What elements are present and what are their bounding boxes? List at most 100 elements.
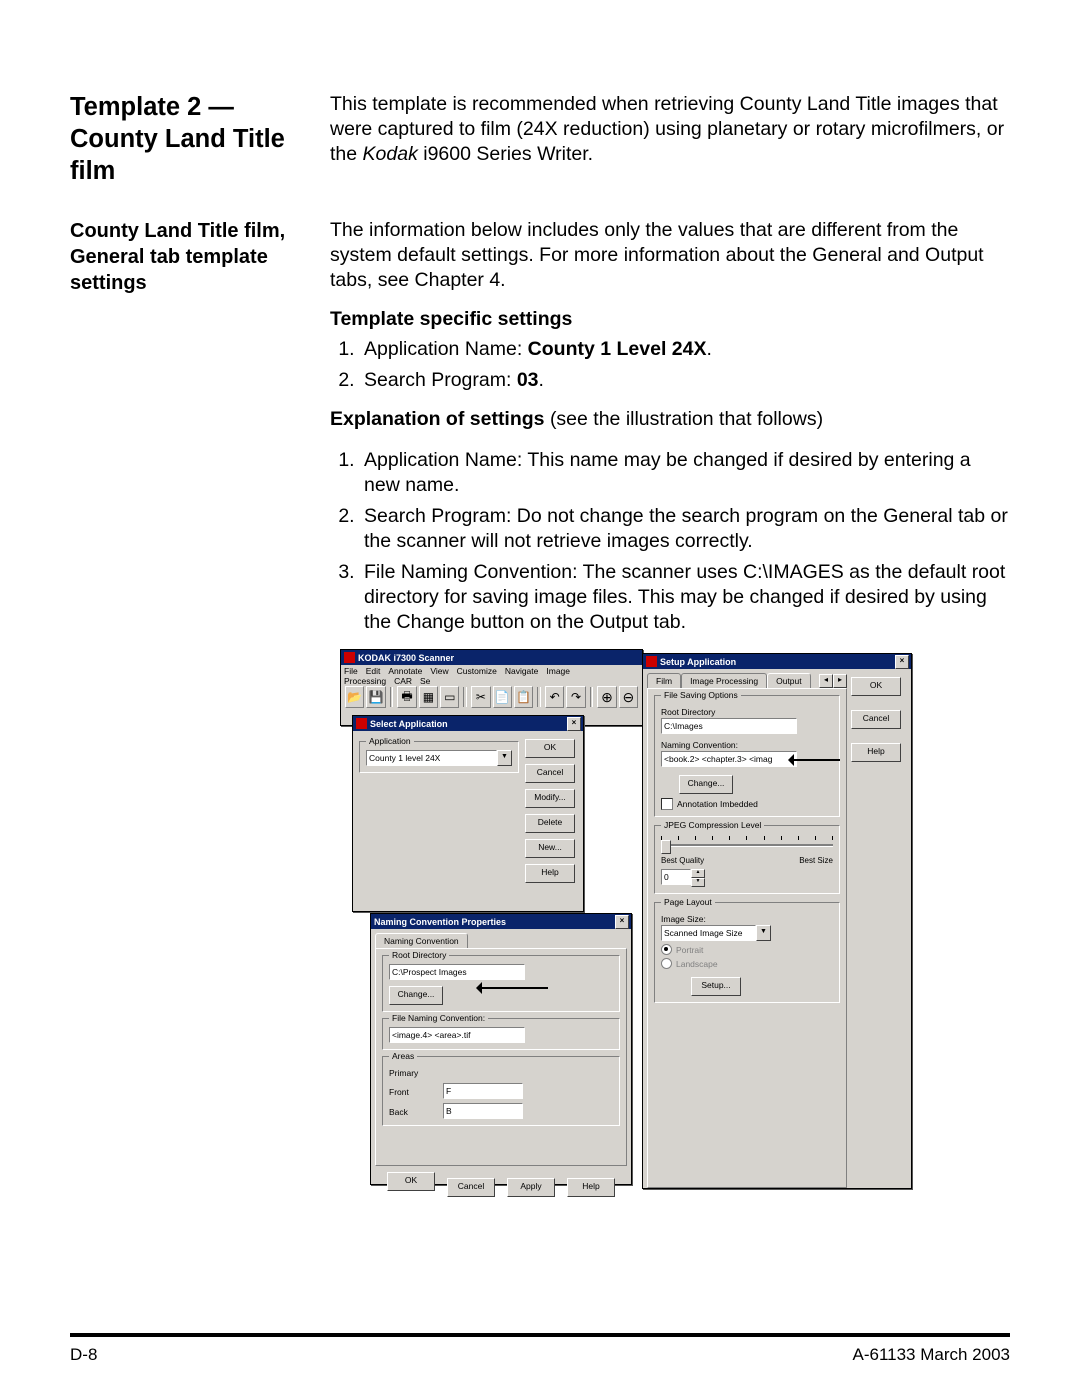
select-application-dialog: Select Application × Application County … bbox=[352, 715, 584, 912]
tool-icon[interactable]: ▦ bbox=[419, 686, 438, 708]
label: Root Directory bbox=[661, 707, 833, 717]
page-number: D-8 bbox=[70, 1345, 97, 1365]
annotation-checkbox[interactable] bbox=[661, 798, 673, 810]
section-para: The information below includes only the … bbox=[330, 218, 1010, 293]
setup-application-dialog: Setup Application × Film Image Processin… bbox=[642, 653, 912, 1189]
jpeg-slider[interactable] bbox=[661, 836, 833, 854]
setup-button[interactable]: Setup... bbox=[691, 977, 741, 996]
label: Primary bbox=[389, 1068, 437, 1078]
group-label: JPEG Compression Level bbox=[661, 820, 764, 830]
chevron-down-icon[interactable]: ▼ bbox=[756, 925, 771, 941]
spinner-down-icon[interactable]: ▼ bbox=[691, 878, 705, 887]
window-title: Select Application bbox=[370, 719, 567, 729]
callout-arrow-icon bbox=[478, 987, 548, 989]
change-button[interactable]: Change... bbox=[389, 986, 443, 1005]
save-icon[interactable]: 💾 bbox=[366, 686, 385, 708]
cancel-button[interactable]: Cancel bbox=[525, 764, 575, 783]
root-directory-input[interactable]: C:\Images bbox=[661, 718, 797, 734]
print-icon[interactable]: 🖶 bbox=[397, 686, 416, 708]
explanation-heading: Explanation of settings (see the illustr… bbox=[330, 407, 1010, 432]
close-icon[interactable]: × bbox=[567, 717, 581, 731]
apply-button[interactable]: Apply bbox=[507, 1178, 555, 1197]
footer-rule bbox=[70, 1333, 1010, 1337]
back-input[interactable]: B bbox=[443, 1103, 523, 1119]
intro-paragraph: This template is recommended when retrie… bbox=[330, 92, 1010, 167]
group-label: Root Directory bbox=[389, 950, 449, 960]
label: Back bbox=[389, 1107, 437, 1117]
page-title: Template 2 — County Land Title film bbox=[70, 92, 298, 188]
window-title: Naming Convention Properties bbox=[374, 917, 615, 927]
menu-bar[interactable]: FileEditAnnotateViewCustomizeNavigateIma… bbox=[341, 665, 642, 681]
close-icon[interactable]: × bbox=[895, 655, 909, 669]
naming-convention-input[interactable]: <book.2> <chapter.3> <imag bbox=[661, 751, 797, 767]
group-label: File Naming Convention: bbox=[389, 1013, 488, 1023]
app-icon bbox=[646, 656, 657, 667]
help-button[interactable]: Help bbox=[525, 864, 575, 883]
section-subtitle: County Land Title film, General tab temp… bbox=[70, 218, 298, 296]
jpeg-value-spinner[interactable]: 0 ▲▼ bbox=[661, 869, 705, 887]
window-title: Setup Application bbox=[660, 657, 895, 667]
change-button[interactable]: Change... bbox=[679, 775, 733, 794]
group-label: File Saving Options bbox=[661, 690, 741, 700]
tab-naming-convention[interactable]: Naming Convention bbox=[375, 933, 468, 948]
help-button[interactable]: Help bbox=[567, 1178, 615, 1197]
naming-convention-dialog: Naming Convention Properties × Naming Co… bbox=[370, 913, 632, 1185]
screenshot-composite: KODAK i7300 Scanner FileEditAnnotateView… bbox=[340, 649, 912, 1189]
label: Best Quality bbox=[661, 856, 704, 865]
window-title: KODAK i7300 Scanner bbox=[358, 653, 640, 663]
settings-list: Application Name: County 1 Level 24X. Se… bbox=[330, 337, 1010, 393]
tool-icon[interactable]: ▭ bbox=[440, 686, 459, 708]
ok-button[interactable]: OK bbox=[851, 677, 901, 696]
label: Best Size bbox=[799, 856, 833, 865]
root-directory-input[interactable]: C:\Prospect Images bbox=[389, 964, 525, 980]
explanation-list: Application Name: This name may be chang… bbox=[330, 448, 1010, 635]
help-button[interactable]: Help bbox=[851, 743, 901, 762]
ok-button[interactable]: OK bbox=[387, 1172, 435, 1191]
undo-icon[interactable]: ↶ bbox=[545, 686, 564, 708]
list-item: Search Program: Do not change the search… bbox=[360, 504, 1010, 554]
tab-film[interactable]: Film bbox=[647, 673, 681, 688]
tab-scroll[interactable]: ◂▸ bbox=[819, 674, 847, 688]
copy-icon[interactable]: 📄 bbox=[493, 686, 512, 708]
paste-icon[interactable]: 📋 bbox=[514, 686, 533, 708]
front-input[interactable]: F bbox=[443, 1083, 523, 1099]
list-item: Search Program: 03. bbox=[360, 368, 1010, 393]
list-item: Application Name: This name may be chang… bbox=[360, 448, 1010, 498]
group-label: Page Layout bbox=[661, 897, 715, 907]
open-icon[interactable]: 📂 bbox=[345, 686, 364, 708]
portrait-radio[interactable] bbox=[661, 944, 672, 955]
label: Image Size: bbox=[661, 914, 833, 924]
spinner-up-icon[interactable]: ▲ bbox=[691, 869, 705, 878]
app-icon bbox=[344, 652, 355, 663]
label: Landscape bbox=[676, 959, 718, 969]
cut-icon[interactable]: ✂ bbox=[471, 686, 490, 708]
close-icon[interactable]: × bbox=[615, 915, 629, 929]
tab-output[interactable]: Output bbox=[767, 673, 811, 688]
callout-arrow-icon bbox=[790, 759, 840, 761]
settings-heading: Template specific settings bbox=[330, 308, 1010, 331]
group-label: Areas bbox=[389, 1051, 417, 1061]
group-label: Application bbox=[366, 736, 414, 746]
list-item: File Naming Convention: The scanner uses… bbox=[360, 560, 1010, 635]
list-item: Application Name: County 1 Level 24X. bbox=[360, 337, 1010, 362]
app-icon bbox=[356, 718, 367, 729]
delete-button[interactable]: Delete bbox=[525, 814, 575, 833]
zoom-out-icon[interactable]: ⊖ bbox=[619, 686, 638, 708]
file-naming-input[interactable]: <image.4> <area>.tif bbox=[389, 1027, 525, 1043]
label: Annotation Imbedded bbox=[677, 799, 758, 809]
new-button[interactable]: New... bbox=[525, 839, 575, 858]
cancel-button[interactable]: Cancel bbox=[851, 710, 901, 729]
redo-icon[interactable]: ↷ bbox=[566, 686, 585, 708]
image-size-dropdown[interactable]: Scanned Image Size ▼ bbox=[661, 925, 771, 941]
label: Naming Convention: bbox=[661, 740, 833, 750]
ok-button[interactable]: OK bbox=[525, 739, 575, 758]
zoom-in-icon[interactable]: ⊕ bbox=[597, 686, 616, 708]
landscape-radio[interactable] bbox=[661, 958, 672, 969]
doc-id-date: A-61133 March 2003 bbox=[852, 1345, 1010, 1365]
label: Portrait bbox=[676, 945, 703, 955]
application-dropdown[interactable]: County 1 level 24X ▼ bbox=[366, 750, 512, 766]
tab-image-processing[interactable]: Image Processing bbox=[681, 673, 767, 688]
modify-button[interactable]: Modify... bbox=[525, 789, 575, 808]
cancel-button[interactable]: Cancel bbox=[447, 1178, 495, 1197]
chevron-down-icon[interactable]: ▼ bbox=[497, 750, 512, 766]
